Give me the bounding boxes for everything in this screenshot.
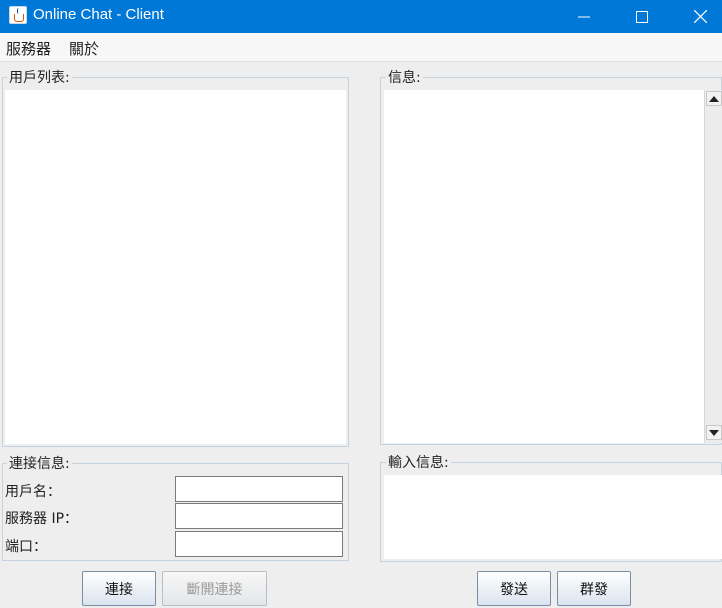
- close-icon: [693, 10, 707, 23]
- messages-panel: [380, 77, 722, 445]
- port-label: 端口：: [5, 539, 47, 555]
- connect-button[interactable]: 連接: [82, 571, 156, 606]
- scroll-down-button[interactable]: [706, 425, 722, 440]
- maximize-icon: [636, 10, 648, 23]
- maximize-button[interactable]: [619, 0, 665, 33]
- send-button[interactable]: 發送: [477, 571, 551, 606]
- minimize-button[interactable]: [561, 0, 607, 33]
- username-field[interactable]: [175, 476, 343, 502]
- menu-bar: 服務器 關於: [0, 33, 722, 62]
- title-bar: Online Chat - Client: [0, 0, 722, 33]
- user-list-panel: [2, 77, 349, 447]
- java-icon: [9, 6, 27, 24]
- username-label: 用戶名：: [5, 484, 61, 500]
- messages-title: 信息:: [386, 67, 423, 87]
- scroll-up-button[interactable]: [706, 91, 722, 106]
- menu-about[interactable]: 關於: [69, 38, 99, 59]
- port-field[interactable]: [175, 531, 343, 557]
- message-input[interactable]: [384, 475, 722, 559]
- input-panel: [380, 462, 722, 562]
- server-ip-field[interactable]: [175, 503, 343, 529]
- disconnect-button[interactable]: 斷開連接: [162, 571, 267, 606]
- window-title: Online Chat - Client: [33, 6, 164, 23]
- menu-server[interactable]: 服務器: [6, 38, 51, 59]
- user-list[interactable]: [5, 90, 346, 444]
- close-button[interactable]: [677, 0, 722, 33]
- arrow-up-icon: [709, 95, 719, 102]
- minimize-icon: [578, 16, 590, 17]
- broadcast-button[interactable]: 群發: [557, 571, 631, 606]
- user-list-title: 用戶列表:: [7, 67, 72, 87]
- messages-area[interactable]: [384, 90, 704, 443]
- arrow-down-icon: [709, 429, 719, 436]
- server-ip-label: 服務器 IP：: [5, 511, 79, 527]
- input-title: 輸入信息:: [386, 452, 451, 472]
- messages-scrollbar[interactable]: [704, 90, 722, 443]
- connection-title: 連接信息:: [7, 453, 72, 473]
